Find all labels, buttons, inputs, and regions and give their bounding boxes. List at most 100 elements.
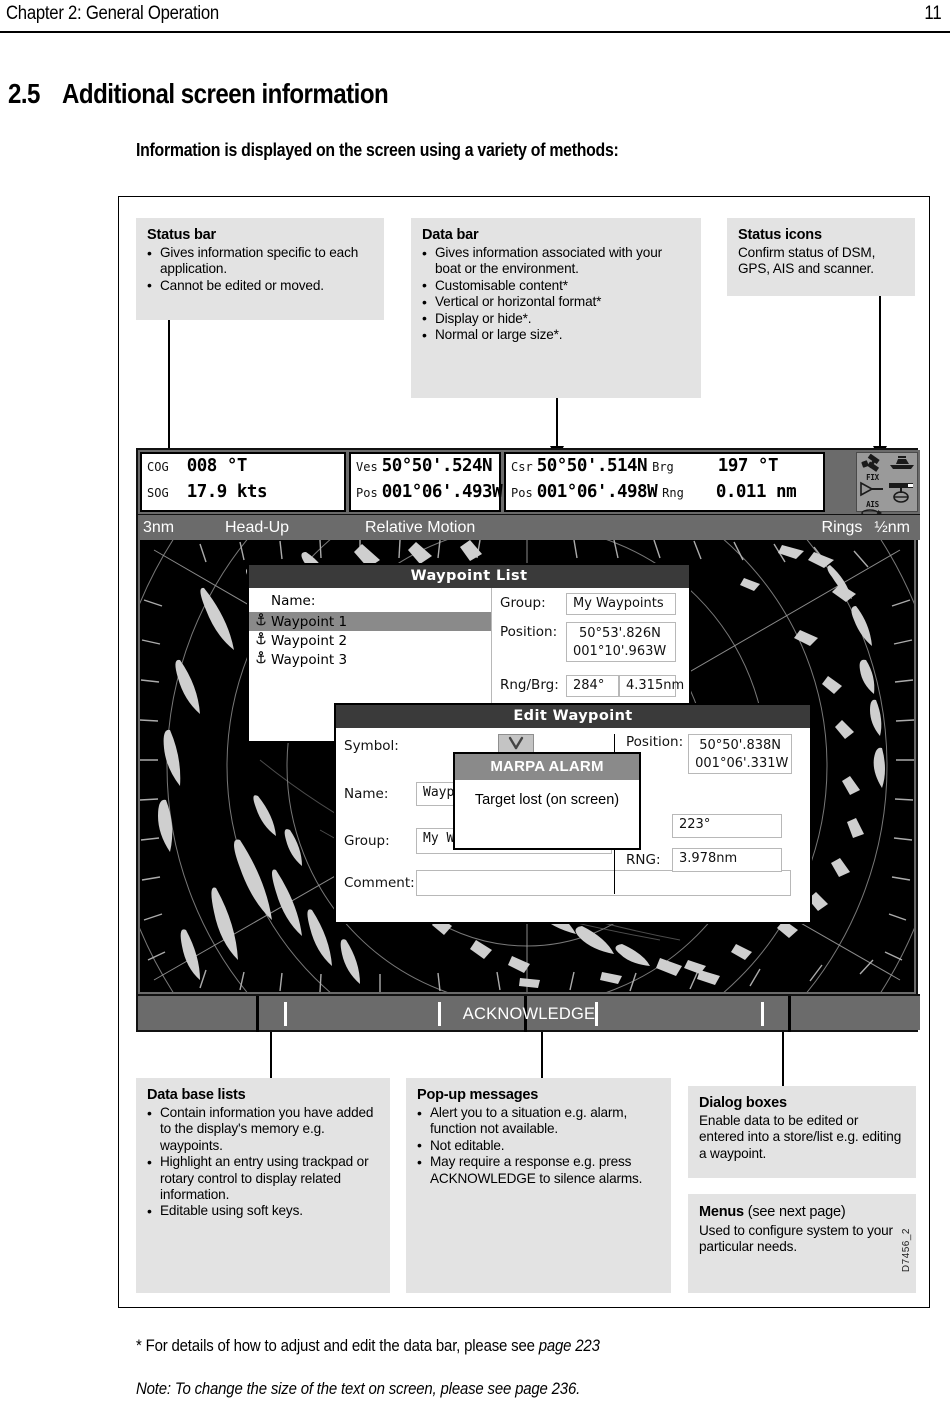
name-label: Name: <box>344 786 389 802</box>
data-bar-value: 008 °T <box>186 456 248 476</box>
callout-popup-messages-title: Pop-up messages <box>417 1087 539 1103</box>
callout-dialog-boxes-title: Dialog boxes <box>699 1095 787 1111</box>
position-label: Position: <box>500 624 558 640</box>
list-item: May require a response e.g. press ACKNOW… <box>417 1154 661 1187</box>
list-item: Normal or large size*. <box>422 327 691 344</box>
data-bar-spacer <box>826 450 856 514</box>
list-item: Not editable. <box>417 1137 661 1154</box>
boat-icon[interactable] <box>888 454 916 481</box>
status-bar-rings-label: Rings <box>821 518 863 536</box>
chapter-title: Chapter 2: General Operation <box>6 3 219 24</box>
list-item[interactable]: Waypoint 1 <box>249 612 491 631</box>
leader-line-data-bar <box>556 398 558 450</box>
callout-menus-title-text: Menus <box>699 1204 744 1220</box>
data-bar-value: 197 °T <box>717 456 779 476</box>
leader-line-status-icons <box>879 296 881 450</box>
status-bar-rings-value: ½nm <box>874 518 910 536</box>
rng-label: RNG: <box>626 852 661 868</box>
callout-status-icons: Status icons Confirm status of DSM, GPS,… <box>727 218 915 296</box>
rng-field[interactable]: 3.978nm <box>672 848 782 872</box>
position-longitude: 001°06'.331W <box>695 756 789 771</box>
position-latitude: 50°53'.826N <box>579 626 661 641</box>
footnote-page-ref: page 223 <box>538 1336 600 1355</box>
data-bar-value: 0.011 nm <box>715 482 797 502</box>
data-bar-value: 001°06'.498W <box>536 482 658 502</box>
rngbrg-label: Rng/Brg: <box>500 677 559 693</box>
brg-field[interactable]: 223° <box>672 814 782 838</box>
softkey-separator <box>438 1002 441 1026</box>
data-bar-label: Pos <box>511 486 533 500</box>
position-label: Position: <box>626 734 684 750</box>
position-field[interactable]: 50°53'.826N 001°10'.963W <box>566 622 676 662</box>
popup-marpa-alarm-title: MARPA ALARM <box>455 754 639 780</box>
list-item-label: Waypoint 3 <box>271 651 348 668</box>
callout-popup-messages-list: Alert you to a situation e.g. alarm, fun… <box>417 1105 661 1187</box>
data-bar-cell-vessel-position[interactable]: Ves 50°50'.524N Pos 001°06'.493W <box>349 452 503 512</box>
status-bar-orientation: Head-Up <box>225 518 290 536</box>
list-item: Alert you to a situation e.g. alarm, fun… <box>417 1105 661 1138</box>
callout-data-bar-title: Data bar <box>422 227 479 243</box>
callout-status-icons-body: Confirm status of DSM, GPS, AIS and scan… <box>738 245 876 277</box>
edit-waypoint-brg-row: G: 223° <box>626 814 804 838</box>
popup-marpa-alarm-body: Target lost (on screen) <box>474 792 620 808</box>
data-bar-label: Ves <box>356 460 378 474</box>
intro-text: Information is displayed on the screen u… <box>136 140 619 160</box>
list-item: Customisable content* <box>422 277 691 294</box>
dialog-waypoint-list-title: Waypoint List <box>249 565 689 588</box>
data-bar-row-cursor-position: Pos 001°06'.498W Rng 0.011 nm <box>506 482 823 508</box>
callout-menus: Menus (see next page) Used to configure … <box>688 1194 916 1293</box>
comment-field[interactable] <box>416 870 791 896</box>
data-bar: COG 008 °T SOG 17.9 kts Ves 50°50'.524N … <box>138 450 920 517</box>
position-field[interactable]: 50°50'.838N 001°06'.331W <box>688 734 793 774</box>
list-item-label: Waypoint 2 <box>271 632 348 649</box>
group-field[interactable]: My Waypoints <box>566 593 676 615</box>
comment-label: Comment: <box>344 875 415 891</box>
rng-field[interactable]: 284° <box>566 675 619 697</box>
edit-waypoint-rng-row: RNG: 3.978nm <box>626 848 804 872</box>
group-label: Group: <box>344 833 390 849</box>
callout-menus-body: Used to configure system to your particu… <box>699 1223 893 1255</box>
list-item[interactable]: Waypoint 3 <box>249 650 491 669</box>
status-bar: 3nm Head-Up Relative Motion Rings ½nm <box>138 514 920 540</box>
popup-marpa-alarm[interactable]: MARPA ALARM Target lost (on screen) <box>453 752 641 850</box>
dialog-edit-waypoint-title: Edit Waypoint <box>336 705 810 728</box>
waypoint-group-row: Group: My Waypoints <box>500 593 681 615</box>
softkey-separator <box>256 996 259 1032</box>
data-bar-value: 50°50'.514N <box>536 456 648 476</box>
brg-field[interactable]: 4.315nm <box>619 675 684 697</box>
callout-status-icons-title: Status icons <box>738 227 822 243</box>
softkey-bar: ACKNOWLEDGE <box>138 994 920 1032</box>
figure-id: D7456_2 <box>901 1228 912 1273</box>
edit-waypoint-comment-row: Comment: <box>344 870 802 896</box>
page-number: 11 <box>924 3 942 24</box>
callout-data-bar: Data bar Gives information associated wi… <box>411 218 701 398</box>
waypoint-position-row: Position: 50°53'.826N 001°10'.963W <box>500 622 681 662</box>
footnote-note: Note: To change the size of the text on … <box>136 1379 581 1398</box>
data-bar-label: Pos <box>356 486 378 500</box>
data-bar-label: Csr <box>511 460 533 474</box>
data-bar-value: 50°50'.524N <box>381 456 493 476</box>
figure-id-wrap: D7456_2 <box>901 1228 912 1298</box>
position-latitude: 50°50'.838N <box>699 738 782 753</box>
ais-icon[interactable]: AIS <box>859 481 887 509</box>
data-bar-cell-cog-sog[interactable]: COG 008 °T SOG 17.9 kts <box>140 452 346 512</box>
list-item[interactable]: Waypoint 2 <box>249 631 491 650</box>
callout-database-lists: Data base lists Contain information you … <box>136 1078 390 1293</box>
data-bar-cell-cursor[interactable]: Csr 50°50'.514N Brg 197 °T Pos 001°06'.4… <box>504 452 825 512</box>
data-bar-row-sog: SOG 17.9 kts <box>142 482 344 508</box>
softkey-separator <box>595 1002 598 1026</box>
acknowledge-button[interactable]: ACKNOWLEDGE <box>463 1005 595 1024</box>
callout-status-bar: Status bar Gives information specific to… <box>136 218 384 320</box>
data-bar-value: 17.9 kts <box>186 482 268 502</box>
callout-popup-messages: Pop-up messages Alert you to a situation… <box>406 1078 671 1293</box>
waypoint-list-name-header: Name: <box>271 593 316 609</box>
status-icons-panel[interactable]: FIX AIS <box>856 452 918 517</box>
list-item-label: Waypoint 1 <box>271 613 348 630</box>
scanner-icon[interactable] <box>888 482 916 508</box>
callout-dialog-boxes: Dialog boxes Enable data to be edited or… <box>688 1086 916 1178</box>
gps-fix-icon[interactable]: FIX <box>859 454 887 482</box>
list-item: Highlight an entry using trackpad or rot… <box>147 1154 380 1203</box>
list-item: Gives information specific to each appli… <box>147 245 374 278</box>
data-bar-row-position: Pos 001°06'.493W <box>351 482 503 508</box>
group-label: Group: <box>500 595 546 611</box>
